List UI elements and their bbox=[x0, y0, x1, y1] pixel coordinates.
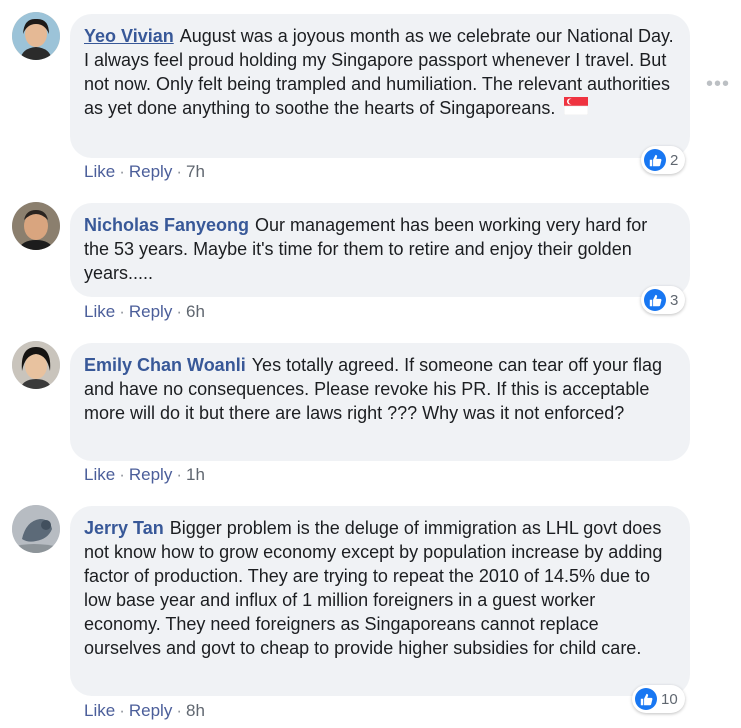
reaction-count: 10 bbox=[661, 690, 678, 708]
avatar[interactable] bbox=[12, 12, 60, 60]
timestamp[interactable]: 7h bbox=[186, 162, 205, 181]
comment-bubble: Nicholas Fanyeong Our management has been… bbox=[70, 203, 690, 297]
more-options-icon[interactable]: ••• bbox=[706, 74, 730, 94]
comment-bubble: Yeo Vivian August was a joyous month as w… bbox=[70, 14, 690, 158]
separator: · bbox=[119, 162, 125, 181]
separator: · bbox=[119, 302, 125, 321]
reply-link[interactable]: Reply bbox=[129, 162, 172, 181]
separator: · bbox=[176, 465, 182, 484]
timestamp[interactable]: 8h bbox=[186, 701, 205, 720]
comment-text: Bigger problem is the deluge of immigrat… bbox=[84, 518, 663, 658]
commenter-name[interactable]: Nicholas Fanyeong bbox=[84, 215, 249, 235]
like-reaction-icon bbox=[644, 149, 666, 171]
separator: · bbox=[176, 302, 182, 321]
like-link[interactable]: Like bbox=[84, 162, 115, 181]
singapore-flag-icon bbox=[564, 97, 589, 121]
comment-actions: Like · Reply · 6h bbox=[84, 302, 205, 322]
avatar[interactable] bbox=[12, 341, 60, 389]
like-reaction-icon bbox=[644, 289, 666, 311]
like-link[interactable]: Like bbox=[84, 701, 115, 720]
reply-link[interactable]: Reply bbox=[129, 302, 172, 321]
reaction-badge[interactable]: 2 bbox=[641, 146, 686, 174]
commenter-name[interactable]: Yeo Vivian bbox=[84, 26, 174, 46]
commenter-name[interactable]: Emily Chan Woanli bbox=[84, 355, 246, 375]
comment-bubble: Emily Chan Woanli Yes totally agreed. If … bbox=[70, 343, 690, 461]
separator: · bbox=[176, 701, 182, 720]
comment-actions: Like · Reply · 1h bbox=[84, 465, 205, 485]
like-reaction-icon bbox=[635, 688, 657, 710]
separator: · bbox=[119, 701, 125, 720]
avatar[interactable] bbox=[12, 202, 60, 250]
reaction-count: 2 bbox=[670, 151, 679, 169]
avatar[interactable] bbox=[12, 505, 60, 553]
comment-actions: Like · Reply · 8h bbox=[84, 701, 205, 721]
reaction-badge[interactable]: 10 bbox=[632, 685, 685, 713]
separator: · bbox=[119, 465, 125, 484]
comment-actions: Like · Reply · 7h bbox=[84, 162, 205, 182]
reply-link[interactable]: Reply bbox=[129, 701, 172, 720]
like-link[interactable]: Like bbox=[84, 465, 115, 484]
reaction-count: 3 bbox=[670, 291, 679, 309]
comment-bubble: Jerry Tan Bigger problem is the deluge of… bbox=[70, 506, 690, 696]
reply-link[interactable]: Reply bbox=[129, 465, 172, 484]
timestamp[interactable]: 1h bbox=[186, 465, 205, 484]
commenter-name[interactable]: Jerry Tan bbox=[84, 518, 164, 538]
reaction-badge[interactable]: 3 bbox=[641, 286, 686, 314]
timestamp[interactable]: 6h bbox=[186, 302, 205, 321]
like-link[interactable]: Like bbox=[84, 302, 115, 321]
separator: · bbox=[176, 162, 182, 181]
